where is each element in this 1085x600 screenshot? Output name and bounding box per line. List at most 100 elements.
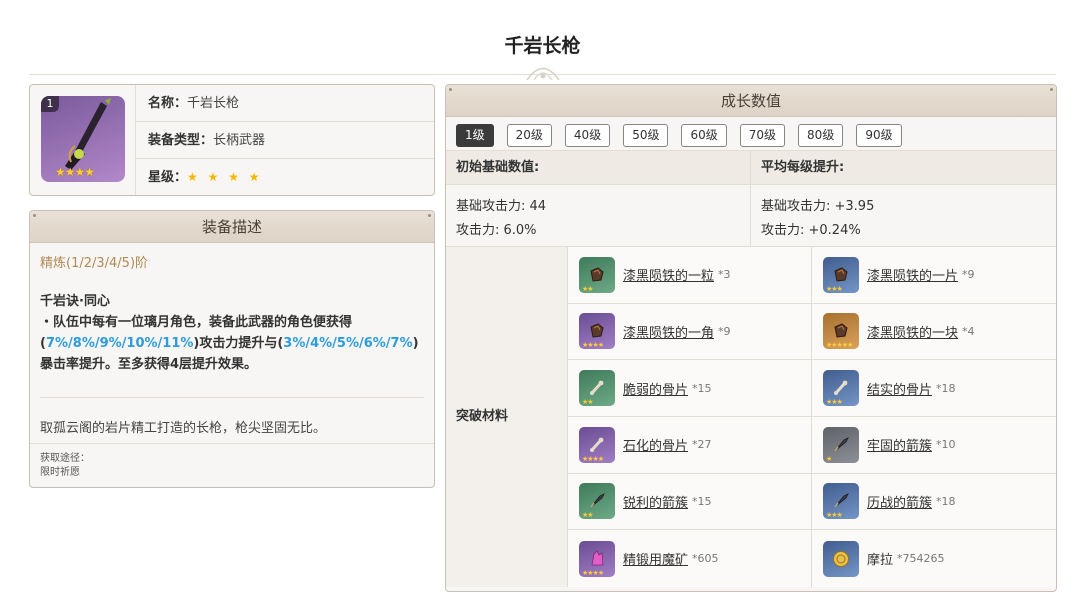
weapon-image: 1 ★★★★ (41, 96, 125, 182)
material-stars: ★★★ (826, 284, 843, 293)
ore-chunk-icon[interactable]: ★★★ (823, 256, 859, 293)
level-tab[interactable]: 50级 (623, 124, 669, 147)
material-count: *15 (692, 494, 712, 508)
base-atk-pct-line: 攻击力: 6.0% (456, 223, 537, 238)
material-stars: ★★ (582, 398, 594, 407)
material-count: *605 (692, 552, 719, 566)
material-stars: ★★★ (826, 398, 843, 407)
material-cell[interactable]: ★★★★★ 漆黑陨铁的一块 *4 (812, 303, 1056, 361)
atk-values: 7%/8%/9%/10%/11% (45, 336, 194, 351)
level-tab[interactable]: 80级 (798, 124, 844, 147)
material-stars: ★★ (582, 511, 594, 520)
mora-coin-icon[interactable] (823, 540, 859, 577)
description-panel: 装备描述 精炼(1/2/3/4/5)阶 千岩诀·同心 ・队伍中每有一位璃月角色，… (29, 210, 435, 488)
material-count: *3 (718, 268, 731, 282)
level-tab[interactable]: 40级 (564, 124, 611, 147)
material-cell[interactable]: ★★ 脆弱的骨片 *15 (568, 360, 812, 417)
source-value: 限时祈愿 (40, 467, 80, 478)
material-count: *10 (936, 438, 956, 452)
sturdy-bone-icon[interactable]: ★★★ (823, 370, 859, 407)
weathered-arrowhead-icon[interactable]: ★★★ (823, 483, 859, 520)
stats-values-row: 基础攻击力: 44 攻击力: 6.0% 基础攻击力: +3.95 攻击力: +0… (446, 185, 1056, 247)
material-cell[interactable]: ★★★★ 石化的骨片 *27 (568, 416, 812, 474)
material-cell[interactable]: ★★★★ 精锻用魔矿 *605 (568, 530, 812, 587)
stats-header-row: 初始基础数值: 平均每级提升: (446, 151, 1056, 185)
weapon-type-key: 装备类型： (148, 133, 214, 148)
avg-growth-values: 基础攻击力: +3.95 攻击力: +0.24% (751, 185, 1056, 246)
sharp-arrowhead-icon[interactable]: ★★ (579, 483, 615, 520)
base-atk-line: 基础攻击力: 44 (456, 199, 547, 214)
material-stars: ★★★★ (582, 568, 604, 577)
material-name[interactable]: 结实的骨片 (867, 379, 932, 398)
material-stars: ★★★★★ (826, 341, 853, 350)
material-stars: ★★★★ (582, 341, 604, 350)
rarity-stars: ★ ★ ★ ★ (187, 170, 263, 184)
material-cell[interactable]: ★★ 锐利的箭簇 *15 (568, 473, 812, 531)
base-stats-heading: 初始基础数值: (446, 151, 751, 184)
level-tab[interactable]: 20级 (506, 124, 552, 147)
material-cell[interactable]: ★★★ 漆黑陨铁的一片 *9 (812, 247, 1056, 304)
material-count: *9 (962, 268, 975, 282)
material-stars: ★★ (582, 284, 594, 293)
fragile-bone-icon[interactable]: ★★ (579, 370, 615, 407)
material-cell[interactable]: ★★★★ 漆黑陨铁的一角 *9 (568, 303, 812, 361)
level-tab[interactable]: 1级 (456, 124, 494, 147)
material-cell[interactable]: ★ 牢固的箭簇 *10 (812, 416, 1056, 474)
material-name[interactable]: 牢固的箭簇 (867, 435, 932, 454)
skill-text-mid: )攻击力提升与( (193, 336, 284, 351)
ore-block-icon[interactable]: ★★★★★ (823, 313, 859, 350)
material-cell[interactable]: ★★★ 历战的箭簇 *18 (812, 473, 1056, 531)
firm-arrowhead-icon[interactable]: ★ (823, 426, 859, 463)
enhancement-ore-icon[interactable]: ★★★★ (579, 540, 615, 577)
material-name[interactable]: 漆黑陨铁的一角 (623, 322, 714, 341)
level-tab[interactable]: 70级 (739, 124, 786, 147)
weapon-rarity-key: 星级： (148, 170, 188, 185)
level-tab[interactable]: 60级 (681, 124, 727, 147)
base-stats-values: 基础攻击力: 44 攻击力: 6.0% (446, 185, 751, 246)
materials-grid: ★★ 漆黑陨铁的一粒 *3 ★★★ 漆黑陨铁的一片 *9 ★★★★ 漆黑陨铁的一角 *9 ★★★★… (568, 247, 1056, 587)
description-divider (40, 397, 424, 398)
material-cell[interactable]: ★★★ 结实的骨片 *18 (812, 360, 1056, 417)
page-title: 千岩长枪 (504, 35, 581, 57)
level-tab[interactable]: 90级 (856, 124, 902, 147)
material-count: *754265 (897, 552, 945, 566)
weapon-name-value: 千岩长枪 (187, 96, 240, 111)
material-name[interactable]: 石化的骨片 (623, 435, 688, 454)
material-name[interactable]: 摩拉 (867, 549, 893, 568)
avg-atk-pct-line: 攻击力: +0.24% (761, 223, 861, 238)
ore-grain-icon[interactable]: ★★ (579, 256, 615, 293)
weapon-thumbnail: 1 ★★★★ (30, 85, 136, 195)
material-name[interactable]: 漆黑陨铁的一块 (867, 322, 958, 341)
material-name[interactable]: 锐利的箭簇 (623, 492, 688, 511)
weapon-type-value: 长柄武器 (213, 133, 266, 148)
skill-description: ・队伍中每有一位璃月角色，装备此武器的角色便获得(7%/8%/9%/10%/11… (30, 309, 434, 375)
material-count: *15 (692, 381, 712, 395)
avg-growth-heading: 平均每级提升: (761, 160, 845, 175)
material-cell[interactable]: ★★ 漆黑陨铁的一粒 *3 (568, 247, 812, 304)
material-cell[interactable]: 摩拉 *754265 (812, 530, 1056, 587)
weapon-info-panel: 1 ★★★★ 名称：千岩长枪 装备类型：长柄武器 星级：★ ★ ★ ★ (29, 84, 435, 196)
fossil-bone-icon[interactable]: ★★★★ (579, 426, 615, 463)
material-name[interactable]: 漆黑陨铁的一粒 (623, 265, 714, 284)
material-count: *18 (936, 494, 956, 508)
ore-corner-icon[interactable]: ★★★★ (579, 313, 615, 350)
weapon-name-row: 名称：千岩长枪 (136, 85, 434, 122)
material-name[interactable]: 脆弱的骨片 (623, 379, 688, 398)
material-name[interactable]: 漆黑陨铁的一片 (867, 265, 958, 284)
weapon-rarity-row: 星级：★ ★ ★ ★ (136, 159, 434, 196)
lore-text: 取孤云阁的岩片精工打造的长枪，枪尖坚固无比。 (40, 421, 327, 436)
description-header: 装备描述 (30, 211, 434, 243)
growth-header: 成长数值 (446, 85, 1056, 117)
skill-name: 千岩诀·同心 (40, 294, 110, 309)
weapon-name-key: 名称： (148, 96, 188, 111)
growth-panel: 成长数值 1级 20级 40级 50级 60级 70级 80级 90级 初始基础数值: 平均每… (445, 84, 1057, 592)
material-name[interactable]: 历战的箭簇 (867, 492, 932, 511)
level-tabs: 1级 20级 40级 50级 60级 70级 80级 90级 (446, 117, 1056, 151)
refine-label: 精炼(1/2/3/4/5)阶 (40, 256, 149, 271)
source-label: 获取途径： (40, 453, 90, 464)
thumbnail-stars: ★★★★ (55, 165, 95, 179)
avg-atk-line: 基础攻击力: +3.95 (761, 199, 875, 214)
material-stars: ★ (826, 454, 832, 463)
material-name[interactable]: 精锻用魔矿 (623, 549, 688, 568)
source-block: 获取途径： 限时祈愿 (30, 443, 434, 488)
